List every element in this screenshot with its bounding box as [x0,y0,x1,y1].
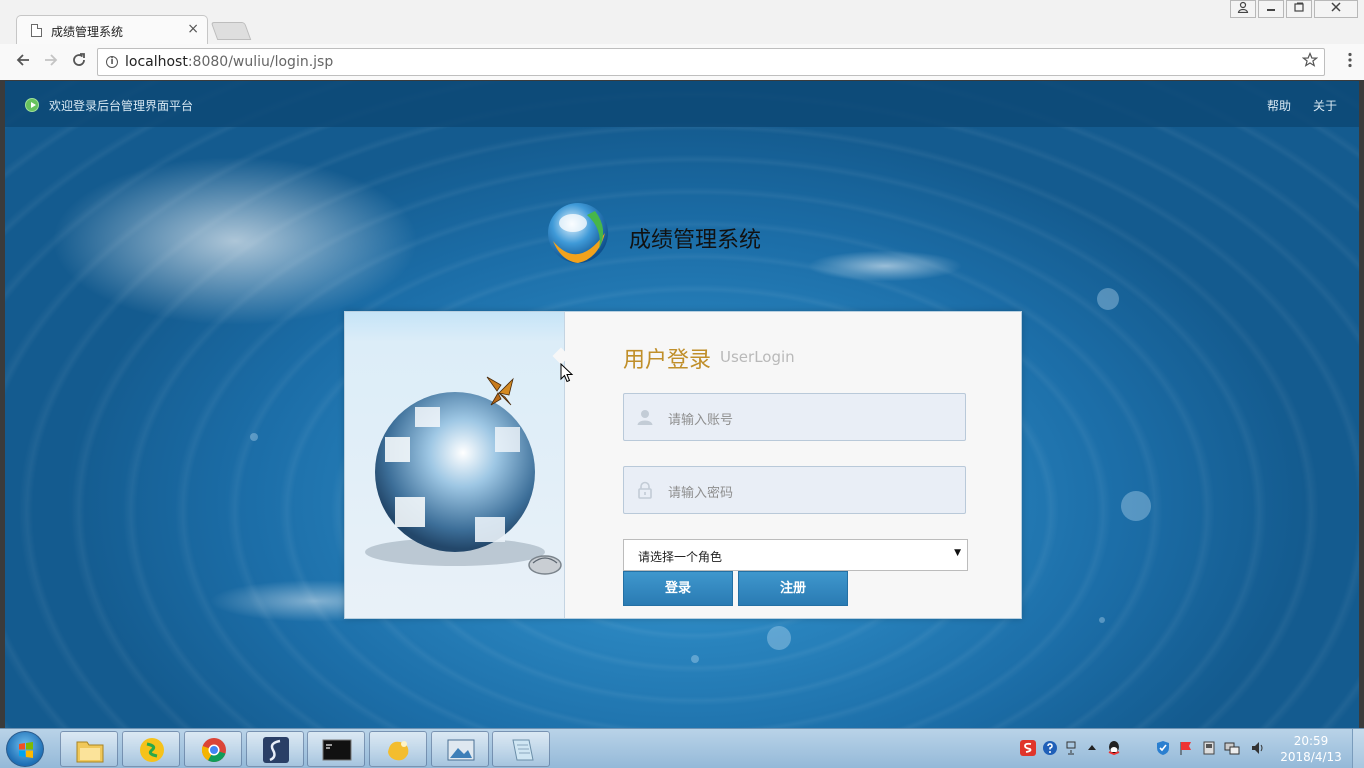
help-link[interactable]: 帮助 [1267,97,1291,114]
browser-toolbar: i localhost:8080/wuliu/login.jsp [0,44,1364,80]
address-bar[interactable]: i localhost:8080/wuliu/login.jsp [97,48,1325,76]
background-bubble [767,626,791,650]
flag-icon[interactable] [1178,740,1194,756]
background-bubble [250,433,258,441]
background-bubble [1121,491,1151,521]
taskbar-app-yellow[interactable] [369,731,427,767]
top-bar: 欢迎登录后台管理界面平台 帮助 关于 [5,81,1359,127]
window-close-button[interactable] [1314,0,1358,18]
taskbar-chrome[interactable] [184,731,242,767]
menu-icon[interactable] [1348,52,1352,73]
logo-icon [548,203,608,263]
taskbar-eclipse[interactable] [246,731,304,767]
username-placeholder: 请输入账号 [668,413,734,428]
tab-title: 成绩管理系统 [51,25,124,39]
username-field[interactable]: 请输入账号 [623,393,966,441]
taskbar-explorer[interactable] [60,731,118,767]
mouse-cursor-icon [560,363,574,383]
background-bubble [691,655,699,663]
illustration-panel [345,312,565,618]
notepad-icon [512,739,534,761]
terminal-icon [322,739,352,761]
tab-strip: 成绩管理系统 × [0,0,1364,45]
info-icon[interactable]: i [106,56,118,68]
brand-title: 成绩管理系统 [629,228,762,253]
clock[interactable]: 20:59 2018/4/13 [1276,733,1346,765]
new-tab-button[interactable] [210,22,252,40]
welcome-text: 欢迎登录后台管理界面平台 [49,99,194,113]
taskbar-terminal[interactable] [307,731,365,767]
login-subtitle: UserLogin [720,348,795,366]
show-desktop-button[interactable] [1352,729,1364,768]
lock-icon [638,481,652,499]
browser-chrome: 成绩管理系统 × i localhost:8080/wuliu/login.js… [0,0,1364,80]
login-box: 用户登录 UserLogin 请输入账号 请输入密码 请选择一个角色 ▼ 登录 … [344,311,1022,619]
clock-time: 20:59 [1293,734,1329,748]
minimize-button[interactable] [1258,0,1284,18]
login-title: 用户登录 [623,348,712,373]
start-button[interactable] [6,731,44,767]
login-button[interactable]: 登录 [623,571,733,606]
chevron-down-icon: ▼ [954,548,961,558]
back-icon[interactable] [12,51,34,73]
photo-viewer-icon [447,739,475,761]
clock-date: 2018/4/13 [1280,750,1342,764]
music-player-icon [140,738,164,762]
input-method-icon[interactable] [1020,740,1036,756]
document-icon [31,24,42,37]
window-controls [1228,0,1358,18]
password-placeholder: 请输入密码 [668,486,734,501]
chrome-icon [201,738,226,762]
forward-icon[interactable] [40,51,62,73]
qq-icon[interactable] [1106,740,1122,756]
security-shield-icon[interactable] [1155,740,1171,756]
globe-illustration [365,376,562,575]
taskbar: 20:59 2018/4/13 [0,728,1364,768]
browser-tab[interactable]: 成绩管理系统 × [16,15,208,45]
role-select[interactable]: 请选择一个角色 ▼ [623,539,968,571]
help-circle-icon[interactable] [1042,740,1058,756]
register-button[interactable]: 注册 [738,571,848,606]
taskbar-photo[interactable] [431,731,489,767]
taskbar-notepad[interactable] [492,731,550,767]
profile-icon[interactable] [1230,0,1256,18]
show-hidden-icons[interactable] [1084,740,1100,756]
top-nav: 帮助 关于 [1267,97,1359,114]
folder-icon [76,741,104,763]
user-icon [637,410,653,425]
role-selected-value: 请选择一个角色 [638,550,723,564]
url-text: localhost:8080/wuliu/login.jsp [125,54,334,70]
background-bubble [1099,617,1105,623]
device-icon[interactable] [1201,740,1217,756]
volume-icon[interactable] [1250,740,1266,756]
network-small-icon[interactable] [1064,740,1080,756]
taskbar-music[interactable] [122,731,180,767]
ide-icon [263,737,289,763]
background-bubble [1097,288,1119,310]
play-icon [25,98,39,112]
network-icon[interactable] [1224,740,1240,756]
tab-close-button[interactable]: × [187,21,199,37]
password-field[interactable]: 请输入密码 [623,466,966,514]
restore-button[interactable] [1286,0,1312,18]
star-icon[interactable] [1301,51,1319,73]
login-page: 欢迎登录后台管理界面平台 帮助 关于 成绩管理系统 用户登录 UserLogin… [5,81,1359,728]
about-link[interactable]: 关于 [1313,97,1337,114]
reload-icon[interactable] [68,51,90,73]
app-icon [388,741,409,761]
windows-logo-icon [19,742,33,758]
